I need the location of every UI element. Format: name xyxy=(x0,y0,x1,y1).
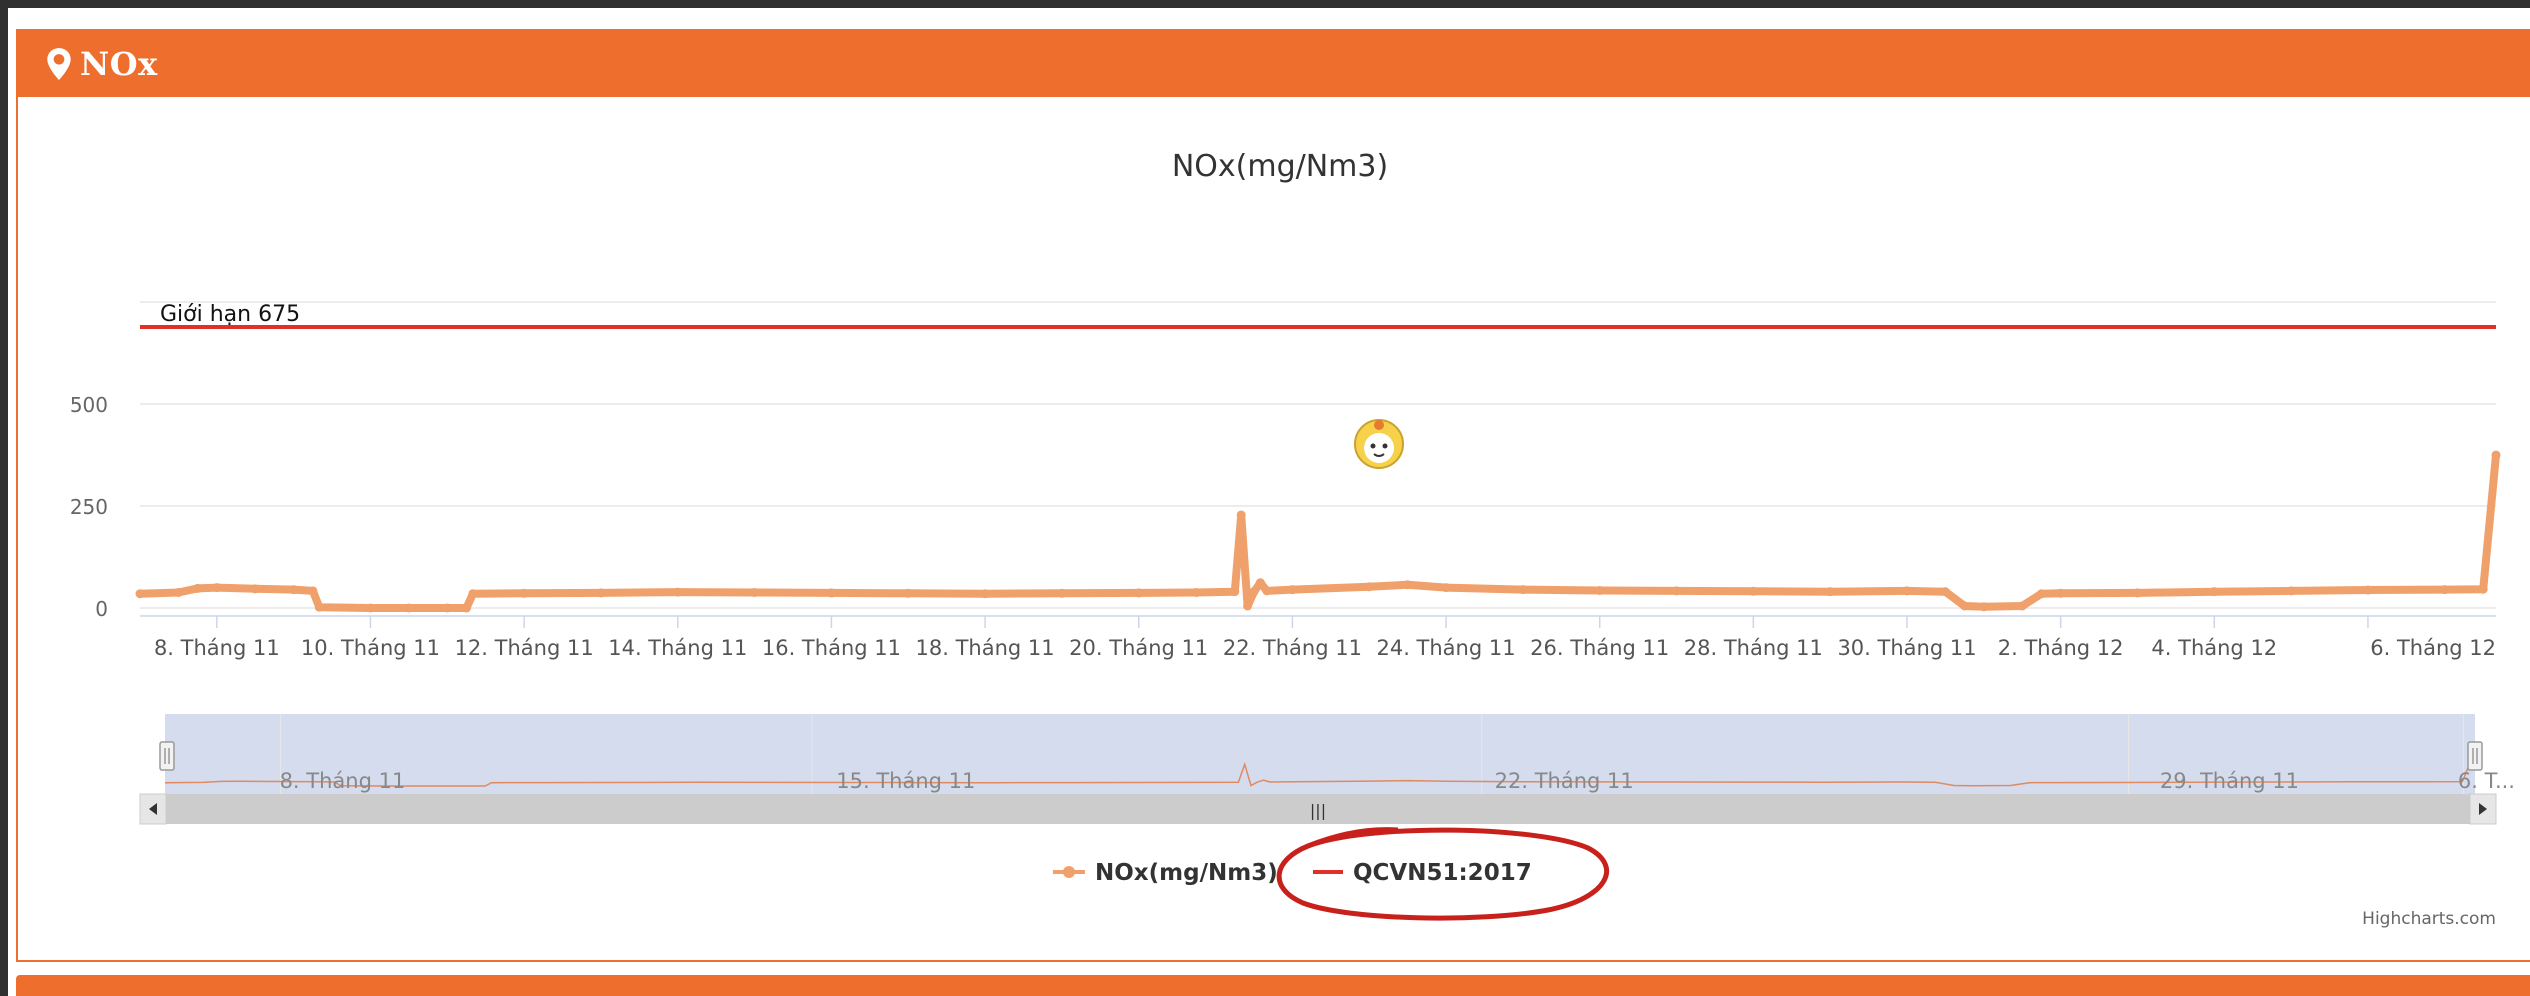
nox-point xyxy=(980,589,990,599)
nox-point xyxy=(2056,588,2066,598)
x-tick-label: 20. Tháng 11 xyxy=(1069,636,1208,660)
navigator-right-handle[interactable] xyxy=(2467,741,2483,771)
nox-point xyxy=(1748,586,1758,596)
nox-point xyxy=(365,603,375,613)
nox-point xyxy=(289,585,299,595)
window-edge xyxy=(0,0,8,996)
nox-point xyxy=(135,589,145,599)
nox-point xyxy=(2286,586,2296,596)
nox-point xyxy=(826,588,836,598)
limit-line-label: Giới hạn 675 xyxy=(160,302,300,327)
nox-point xyxy=(596,588,606,598)
x-tick-label: 28. Tháng 11 xyxy=(1684,636,1823,660)
x-tick-label: 14. Tháng 11 xyxy=(608,636,747,660)
x-tick-label: 12. Tháng 11 xyxy=(455,636,594,660)
credits-link[interactable]: Highcharts.com xyxy=(2362,909,2496,929)
nox-point xyxy=(173,587,183,597)
nox-point xyxy=(1191,587,1201,597)
nox-point xyxy=(2036,589,2046,599)
x-tick-label: 24. Tháng 11 xyxy=(1376,636,1515,660)
nox-point xyxy=(212,583,222,593)
y-tick-label: 250 xyxy=(70,495,108,519)
nox-point xyxy=(519,588,529,598)
nox-point xyxy=(462,603,472,613)
nox-point xyxy=(404,603,414,613)
nox-point xyxy=(250,584,260,594)
page: NOx NOx(mg/Nm3) 0 250 500 Giới hạn 675 8. … xyxy=(8,8,2530,996)
nox-point xyxy=(1441,583,1451,593)
nox-point xyxy=(1230,587,1240,597)
navigator-tick-label: 29. Tháng 11 xyxy=(2160,769,2299,793)
legend-item-nox[interactable]: NOx(mg/Nm3) xyxy=(1053,860,1278,886)
navigator[interactable]: 8. Tháng 11 15. Tháng 11 22. Tháng 11 29. T… xyxy=(159,714,2515,794)
scrollbar-grip: ||| xyxy=(1310,801,1326,820)
nox-point xyxy=(2440,585,2450,595)
nox-point xyxy=(673,587,683,597)
nox-point xyxy=(2363,585,2373,595)
nox-point xyxy=(1057,588,1067,598)
nox-chart: NOx(mg/Nm3) 0 250 500 Giới hạn 675 8. Thán… xyxy=(70,149,2515,929)
chart-title: NOx(mg/Nm3) xyxy=(1172,149,1388,184)
nox-point xyxy=(1979,602,1989,612)
nox-line xyxy=(139,454,2500,612)
legend-label-nox: NOx(mg/Nm3) xyxy=(1095,860,1278,886)
nox-point xyxy=(1243,601,1253,611)
navigator-tick-label: 15. Tháng 11 xyxy=(836,769,975,793)
grid-lines xyxy=(140,301,2496,609)
nox-point xyxy=(903,588,913,598)
legend-item-qcvn[interactable]: QCVN51:2017 xyxy=(1313,860,1532,886)
nox-point xyxy=(2491,450,2501,460)
nox-point xyxy=(1249,587,1259,597)
nox-point xyxy=(1255,578,1265,588)
x-tick-label: 10. Tháng 11 xyxy=(301,636,440,660)
nox-point xyxy=(314,602,324,612)
nox-point xyxy=(1940,587,1950,597)
y-axis-labels: 0 250 500 xyxy=(70,393,108,621)
navigator-tick-label: 6. T... xyxy=(2458,769,2515,793)
nox-point xyxy=(1262,586,1272,596)
nox-series xyxy=(135,450,2501,613)
x-tick-label: 2. Tháng 12 xyxy=(1998,636,2124,660)
nox-point xyxy=(1595,585,1605,595)
x-tick-label: 6. Tháng 12 xyxy=(2370,636,2496,660)
nox-point xyxy=(2478,584,2488,594)
legend[interactable]: NOx(mg/Nm3) QCVN51:2017 xyxy=(1053,827,1610,921)
nox-point xyxy=(308,586,318,596)
nox-point xyxy=(193,583,203,593)
x-tick-label: 16. Tháng 11 xyxy=(762,636,901,660)
nox-point xyxy=(1236,510,1246,520)
nox-point xyxy=(468,589,478,599)
nox-point xyxy=(1403,580,1413,590)
y-tick-label: 0 xyxy=(95,597,108,621)
nox-point xyxy=(2209,587,2219,597)
nox-point xyxy=(1960,601,1970,611)
nox-point xyxy=(1825,587,1835,597)
nox-point xyxy=(2132,588,2142,598)
x-tick-label: 4. Tháng 12 xyxy=(2151,636,2277,660)
navigator-tick-label: 8. Tháng 11 xyxy=(280,769,406,793)
nox-point xyxy=(1672,586,1682,596)
nox-point xyxy=(750,587,760,597)
x-tick-label: 30. Tháng 11 xyxy=(1837,636,1976,660)
nox-point xyxy=(2017,601,2027,611)
nox-point xyxy=(1134,588,1144,598)
nox-point xyxy=(1364,582,1374,592)
x-tick-label: 22. Tháng 11 xyxy=(1223,636,1362,660)
nox-point xyxy=(1902,586,1912,596)
x-axis: 8. Tháng 11 10. Tháng 11 12. Tháng 11 14. T… xyxy=(140,615,2496,660)
nox-point xyxy=(1287,585,1297,595)
nox-point xyxy=(1518,585,1528,595)
x-tick-label: 18. Tháng 11 xyxy=(916,636,1055,660)
y-tick-label: 500 xyxy=(70,393,108,417)
x-tick-label: 8. Tháng 11 xyxy=(154,636,280,660)
x-tick-label: 26. Tháng 11 xyxy=(1530,636,1669,660)
nox-point xyxy=(442,603,452,613)
legend-label-qcvn: QCVN51:2017 xyxy=(1353,860,1532,886)
sticker-emoji xyxy=(1354,419,1404,469)
navigator-tick-label: 22. Tháng 11 xyxy=(1495,769,1634,793)
navigator-left-handle[interactable] xyxy=(159,741,175,771)
scrollbar[interactable]: ||| xyxy=(139,793,2497,825)
